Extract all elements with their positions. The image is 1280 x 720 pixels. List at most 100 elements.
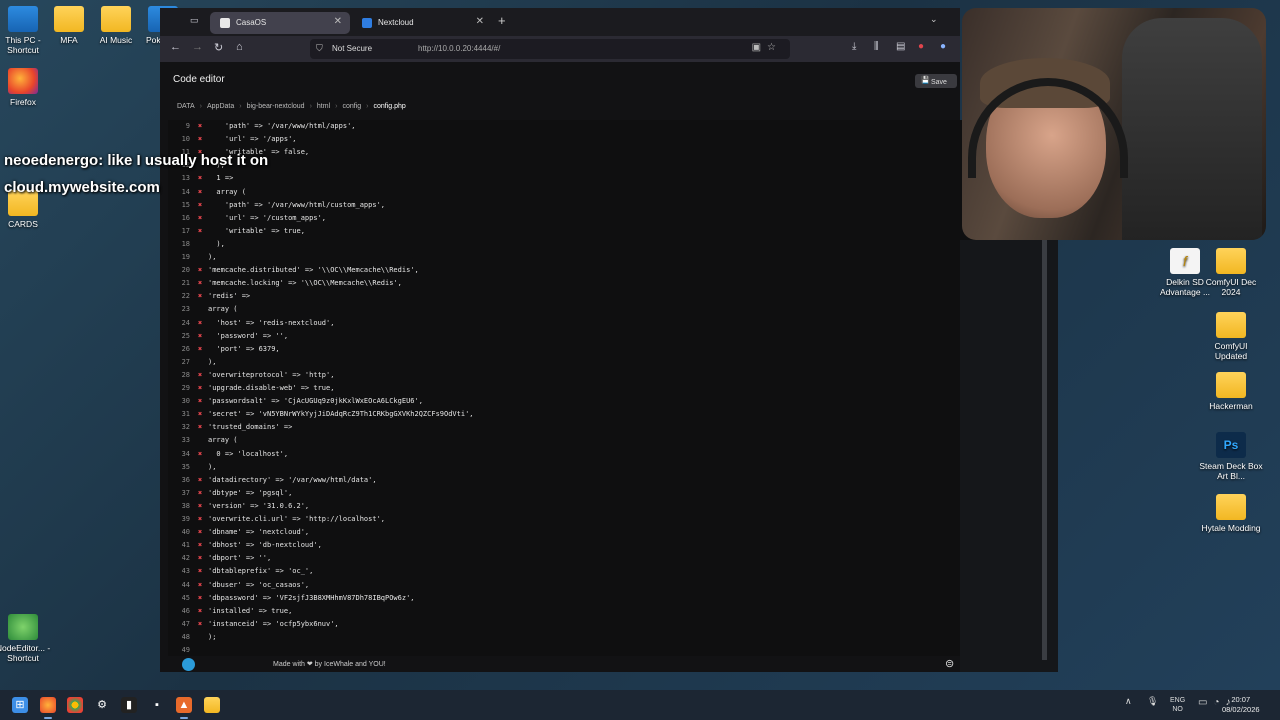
code-text[interactable]: ); <box>208 631 216 644</box>
error-marker-icon[interactable]: ✖ <box>198 487 202 500</box>
tab-casaos[interactable]: CasaOS ✕ <box>210 12 350 34</box>
library-icon[interactable]: ⫼ <box>874 41 879 52</box>
code-text[interactable]: 'port' => 6379, <box>208 343 279 356</box>
sidebar-icon[interactable]: ▤ <box>896 41 905 52</box>
language-indicator[interactable]: ENG NO <box>1170 696 1185 714</box>
error-marker-icon[interactable]: ✖ <box>198 330 202 343</box>
breadcrumb-item[interactable]: big-bear-nextcloud <box>247 103 305 110</box>
save-button[interactable]: 💾 Save <box>915 74 957 88</box>
error-marker-icon[interactable]: ✖ <box>198 552 202 565</box>
error-marker-icon[interactable]: ✖ <box>198 513 202 526</box>
code-text[interactable]: 'writable' => true, <box>208 225 305 238</box>
error-marker-icon[interactable]: ✖ <box>198 133 202 146</box>
code-text[interactable]: 'dbuser' => 'oc_casaos', <box>208 579 309 592</box>
error-marker-icon[interactable]: ✖ <box>198 448 202 461</box>
code-text[interactable]: 'secret' => 'vN5YBNrWYkYyjJiDAdqRcZ9Th1C… <box>208 408 474 421</box>
error-marker-icon[interactable]: ✖ <box>198 539 202 552</box>
error-marker-icon[interactable]: ✖ <box>198 317 202 330</box>
error-marker-icon[interactable]: ✖ <box>198 500 202 513</box>
forward-icon[interactable]: → <box>192 41 203 53</box>
code-text[interactable]: 'dbport' => '', <box>208 552 271 565</box>
home-icon[interactable]: ⌂ <box>236 41 243 53</box>
error-marker-icon[interactable]: ✖ <box>198 526 202 539</box>
code-text[interactable]: 'overwriteprotocol' => 'http', <box>208 369 334 382</box>
code-text[interactable]: 'passwordsalt' => 'CjAcUGUq9z0jkKxlWxEOc… <box>208 395 423 408</box>
back-icon[interactable]: ← <box>170 41 181 53</box>
app-taskbar-icon[interactable]: ▪ <box>149 697 165 713</box>
breadcrumb-item[interactable]: html <box>317 103 330 110</box>
code-text[interactable]: array ( <box>208 434 238 447</box>
code-text[interactable]: ), <box>208 356 216 369</box>
error-marker-icon[interactable]: ✖ <box>198 408 202 421</box>
code-text[interactable]: 'version' => '31.0.6.2', <box>208 500 309 513</box>
desktop-icon[interactable]: Hackerman <box>1198 372 1264 411</box>
microphone-icon[interactable]: 🎙 <box>1147 696 1158 707</box>
code-text[interactable]: 'trusted_domains' => <box>208 421 292 434</box>
error-marker-icon[interactable]: ✖ <box>198 225 202 238</box>
url-bar[interactable]: ⛉ Not Secure http://10.0.0.20:4444/#/ ▣☆ <box>310 39 790 59</box>
code-text[interactable]: 'dbtableprefix' => 'oc_', <box>208 565 313 578</box>
code-text[interactable]: 'password' => '', <box>208 330 288 343</box>
code-text[interactable]: 'host' => 'redis-nextcloud', <box>208 317 334 330</box>
desktop-icon[interactable]: Ps Steam Deck Box Art Bl... <box>1198 432 1264 481</box>
code-text[interactable]: ), <box>208 251 216 264</box>
desktop-icon[interactable]: Hytale Modding <box>1198 494 1264 533</box>
tab-nextcloud[interactable]: Nextcloud ✕ <box>352 12 492 34</box>
desktop-icon[interactable]: Firefox <box>0 68 56 107</box>
start-icon[interactable]: ⊞ <box>12 697 28 713</box>
code-text[interactable]: 'installed' => true, <box>208 605 292 618</box>
chevron-down-icon[interactable]: ⌄ <box>930 14 938 25</box>
new-tab-icon[interactable]: + <box>498 13 506 28</box>
breadcrumb-item[interactable]: DATA <box>177 103 195 110</box>
code-text[interactable]: array ( <box>208 303 238 316</box>
code-text[interactable]: 'upgrade.disable-web' => true, <box>208 382 334 395</box>
terminal-taskbar-icon[interactable]: ▮ <box>121 697 137 713</box>
code-text[interactable]: 'datadirectory' => '/var/www/html/data', <box>208 474 377 487</box>
error-marker-icon[interactable]: ✖ <box>198 264 202 277</box>
account-icon[interactable]: ● <box>940 41 946 52</box>
code-text[interactable]: ), <box>208 461 216 474</box>
error-marker-icon[interactable]: ✖ <box>198 618 202 631</box>
code-text[interactable]: ), <box>208 238 224 251</box>
downloads-icon[interactable]: ⤓ <box>852 41 856 52</box>
error-marker-icon[interactable]: ✖ <box>198 277 202 290</box>
vlc-taskbar-icon[interactable]: ▲ <box>176 697 192 719</box>
error-marker-icon[interactable]: ✖ <box>198 369 202 382</box>
url-text[interactable]: http://10.0.0.20:4444/#/ <box>418 44 500 53</box>
code-text[interactable]: 'instanceid' => 'ocfp5ybx6nuv', <box>208 618 339 631</box>
code-text[interactable]: 'redis' => <box>208 290 250 303</box>
error-marker-icon[interactable]: ✖ <box>198 343 202 356</box>
firefox-taskbar-icon[interactable] <box>40 697 56 719</box>
error-marker-icon[interactable]: ✖ <box>198 382 202 395</box>
error-marker-icon[interactable]: ✖ <box>198 605 202 618</box>
code-text[interactable]: 'url' => '/custom_apps', <box>208 212 326 225</box>
desktop-icon[interactable]: ComfyUI Dec 2024 <box>1198 248 1264 297</box>
code-text[interactable]: 'url' => '/apps', <box>208 133 297 146</box>
error-marker-icon[interactable]: ✖ <box>198 565 202 578</box>
code-text[interactable]: 'path' => '/var/www/html/apps', <box>208 120 356 133</box>
error-marker-icon[interactable]: ✖ <box>198 212 202 225</box>
breadcrumb-item[interactable]: config <box>342 103 361 110</box>
not-secure-label[interactable]: Not Secure <box>332 44 372 53</box>
error-marker-icon[interactable]: ✖ <box>198 421 202 434</box>
code-text[interactable]: 'dbname' => 'nextcloud', <box>208 526 309 539</box>
error-marker-icon[interactable]: ✖ <box>198 120 202 133</box>
code-editor[interactable]: 9 ✖ 'path' => '/var/www/html/apps', 10 ✖ 'u… <box>168 120 1048 660</box>
settings-taskbar-icon[interactable]: ⚙ <box>94 697 110 713</box>
chrome-taskbar-icon[interactable] <box>67 697 83 713</box>
error-marker-icon[interactable]: ✖ <box>198 592 202 605</box>
code-text[interactable]: 'dbpassword' => 'VF2sjfJ3B8XMHhmV87Dh78I… <box>208 592 415 605</box>
code-text[interactable]: 'memcache.locking' => '\\OC\\Memcache\\R… <box>208 277 402 290</box>
breadcrumb-item[interactable]: AppData <box>207 103 234 110</box>
tab-list-icon[interactable]: ▭ <box>190 15 199 26</box>
code-text[interactable]: 0 => 'localhost', <box>208 448 288 461</box>
error-marker-icon[interactable]: ✖ <box>198 290 202 303</box>
code-text[interactable]: 'overwrite.cli.url' => 'http://localhost… <box>208 513 385 526</box>
desktop-icon[interactable]: NodeEditor... - Shortcut <box>0 614 56 663</box>
error-marker-icon[interactable]: ✖ <box>198 395 202 408</box>
error-marker-icon[interactable]: ✖ <box>198 579 202 592</box>
error-marker-icon[interactable]: ✖ <box>198 474 202 487</box>
code-text[interactable]: 'dbtype' => 'pgsql', <box>208 487 292 500</box>
adblock-icon[interactable]: ● <box>918 41 924 52</box>
code-text[interactable]: 'memcache.distributed' => '\\OC\\Memcach… <box>208 264 419 277</box>
